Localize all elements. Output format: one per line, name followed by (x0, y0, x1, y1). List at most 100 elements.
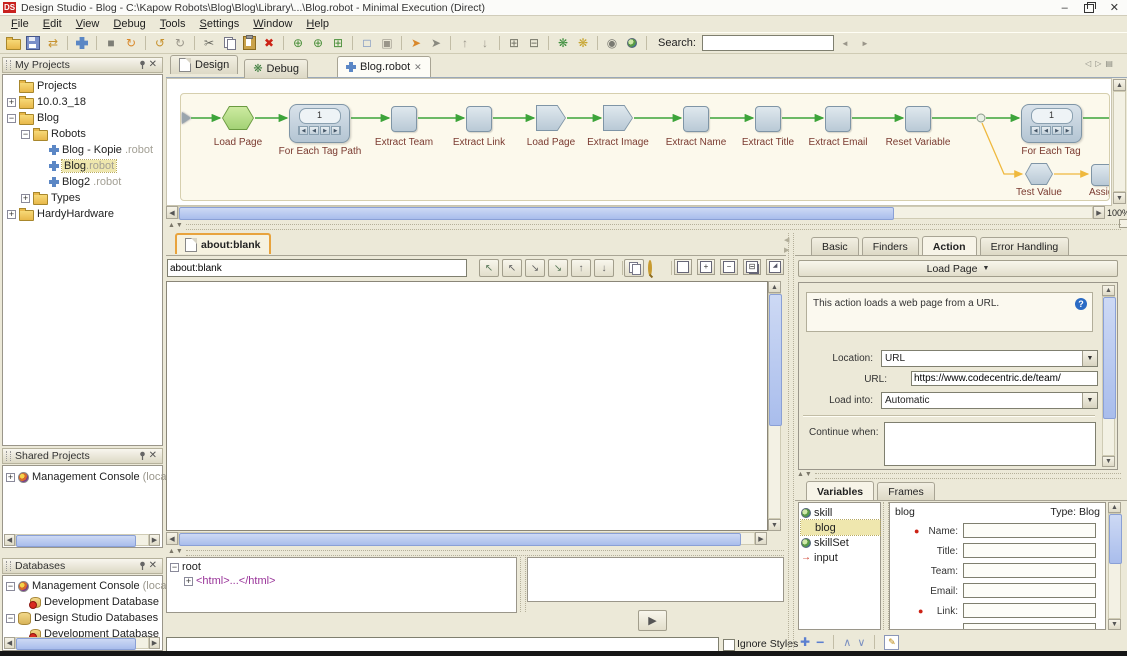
help-icon[interactable]: ? (1075, 298, 1087, 310)
variable-skill[interactable]: skill (801, 505, 880, 520)
panel-scroll-up[interactable]: ▲ (1102, 285, 1115, 296)
expand-all-icon[interactable]: ⊞ (505, 35, 523, 52)
step-out-icon[interactable]: ➤ (427, 35, 445, 52)
flow-vertical-scrollbar[interactable] (1113, 91, 1126, 192)
menu-tools[interactable]: Tools (153, 16, 193, 32)
step-for-each-tag-path[interactable]: 1 ◀ ◀ ▶ ▶ (289, 104, 350, 143)
step-reset-variable[interactable] (905, 106, 931, 132)
loop-next-icon[interactable]: ▶ (1052, 126, 1062, 135)
expand-icon[interactable] (7, 210, 16, 219)
debug-robot-icon[interactable] (73, 35, 91, 52)
step-extract-email[interactable] (825, 106, 851, 132)
tree-item-ds-databases[interactable]: Design Studio Databases (6, 610, 162, 626)
flow-scroll-up-button[interactable]: ▲ (1113, 79, 1126, 91)
stop-icon[interactable]: ■ (102, 35, 120, 52)
step-extract-team[interactable] (391, 106, 417, 132)
debug-step-icon[interactable]: ❋ (574, 35, 592, 52)
ignore-styles-checkbox[interactable] (723, 639, 735, 651)
browser-viewport[interactable] (166, 281, 768, 531)
zoom-in-icon[interactable]: + (697, 259, 715, 275)
move-down-icon[interactable]: ↓ (476, 35, 494, 52)
action-selector-dropdown[interactable]: Load Page ▼ (798, 260, 1118, 277)
menu-settings[interactable]: Settings (193, 16, 247, 32)
field-email-input[interactable] (963, 583, 1096, 598)
debug-run-icon[interactable]: ❋ (554, 35, 572, 52)
panel-scroll-down[interactable]: ▼ (1102, 456, 1115, 467)
viewport-scroll-right[interactable]: ▶ (755, 532, 767, 545)
step-extract-title[interactable] (755, 106, 781, 132)
paste-icon[interactable] (240, 35, 258, 52)
panel-vertical-scrollbar[interactable] (1102, 296, 1115, 456)
scrollbar-thumb[interactable] (179, 207, 894, 220)
loop-last-icon[interactable]: ▶ (1063, 126, 1073, 135)
address-input[interactable] (167, 259, 467, 277)
menu-help[interactable]: Help (299, 16, 336, 32)
tree-item-blog-project[interactable]: Blog (7, 110, 162, 126)
field-team-input[interactable] (963, 563, 1096, 578)
location-dropdown[interactable]: URL ▼ (881, 350, 1098, 367)
flow-horizontal-scrollbar[interactable] (178, 206, 1093, 219)
browse-at-icon[interactable]: ◉ (603, 35, 621, 52)
step-extract-link[interactable] (466, 106, 492, 132)
load-into-dropdown[interactable]: Automatic ▼ (881, 392, 1098, 409)
viewport-scroll-left[interactable]: ◀ (166, 532, 178, 545)
horizontal-splitter[interactable] (186, 550, 784, 556)
menu-view[interactable]: View (69, 16, 107, 32)
copy-page-icon[interactable] (624, 259, 644, 277)
horizontal-splitter[interactable] (815, 473, 1121, 479)
insert-step-before-icon[interactable]: ⊕ (289, 35, 307, 52)
horizontal-scrollbar[interactable] (15, 637, 149, 649)
insert-step-after-icon[interactable]: ⊕ (309, 35, 327, 52)
pin-icon[interactable] (138, 561, 147, 571)
nav-prev-icon[interactable]: ↖ (502, 259, 522, 277)
horizontal-scrollbar[interactable] (15, 534, 149, 546)
step-for-each-tag[interactable]: 1 ◀ ◀ ▶ ▶ (1021, 104, 1082, 143)
expand-icon[interactable] (7, 98, 16, 107)
menu-window[interactable]: Window (246, 16, 299, 32)
zoom-out-icon[interactable]: − (720, 259, 738, 275)
restore-button[interactable] (1084, 4, 1094, 13)
loop-first-icon[interactable]: ◀ (298, 126, 308, 135)
vars-vertical-scrollbar[interactable] (1108, 513, 1121, 619)
pin-icon[interactable] (138, 451, 147, 461)
collapse-all-icon[interactable]: ⊟ (525, 35, 543, 52)
nav-next-icon[interactable]: ↘ (525, 259, 545, 277)
nav-up-icon[interactable]: ↑ (571, 259, 591, 277)
nav-down-icon[interactable]: ↓ (594, 259, 614, 277)
loop-first-icon[interactable]: ◀ (1030, 126, 1040, 135)
horizontal-splitter[interactable] (186, 224, 1121, 230)
tree-item-blog2-robot[interactable]: Blog2.robot (7, 174, 162, 190)
tab-design[interactable]: Design (170, 55, 238, 74)
open-folder-icon[interactable] (4, 35, 22, 52)
tree-item-management-console[interactable]: Management Console (localhost) (6, 469, 162, 485)
scrollbar-thumb[interactable] (179, 533, 741, 546)
close-button[interactable]: ✕ (1110, 1, 1119, 15)
pin-icon[interactable] (138, 60, 147, 70)
search-next-icon[interactable]: ► (856, 35, 874, 52)
dom-root-row[interactable]: root (170, 560, 516, 574)
menu-edit[interactable]: Edit (36, 16, 69, 32)
url-input[interactable] (911, 371, 1098, 386)
step-extract-name[interactable] (683, 106, 709, 132)
scroll-left-button[interactable]: ◀ (4, 637, 15, 649)
find-icon[interactable] (648, 262, 652, 274)
field-partial-input[interactable] (963, 623, 1096, 630)
clear-selection-icon[interactable]: ▣ (378, 35, 396, 52)
nav-first-icon[interactable]: ↖ (479, 259, 499, 277)
tree-item-mc-databases[interactable]: Management Console (localhost) (6, 578, 162, 594)
zoom-multi-icon[interactable]: ⊟ (743, 259, 761, 275)
collapse-icon[interactable] (6, 614, 15, 623)
globe-icon[interactable] (623, 35, 641, 52)
step-over-icon[interactable]: ➤ (407, 35, 425, 52)
close-panel-icon[interactable]: ✕ (147, 561, 159, 571)
scrollbar-thumb[interactable] (769, 294, 782, 426)
tab-frames[interactable]: Frames (877, 482, 935, 500)
tab-variables[interactable]: Variables (806, 481, 874, 501)
add-variable-icon[interactable]: ✚ (800, 635, 810, 649)
tab-about-blank[interactable]: about:blank (175, 233, 271, 254)
sync-icon[interactable]: ⇄ (44, 35, 62, 52)
field-link-input[interactable] (963, 603, 1096, 618)
insert-branch-icon[interactable]: ⊞ (329, 35, 347, 52)
variable-input[interactable]: → input (801, 550, 880, 565)
edit-variable-icon[interactable]: ✎ (884, 635, 899, 650)
